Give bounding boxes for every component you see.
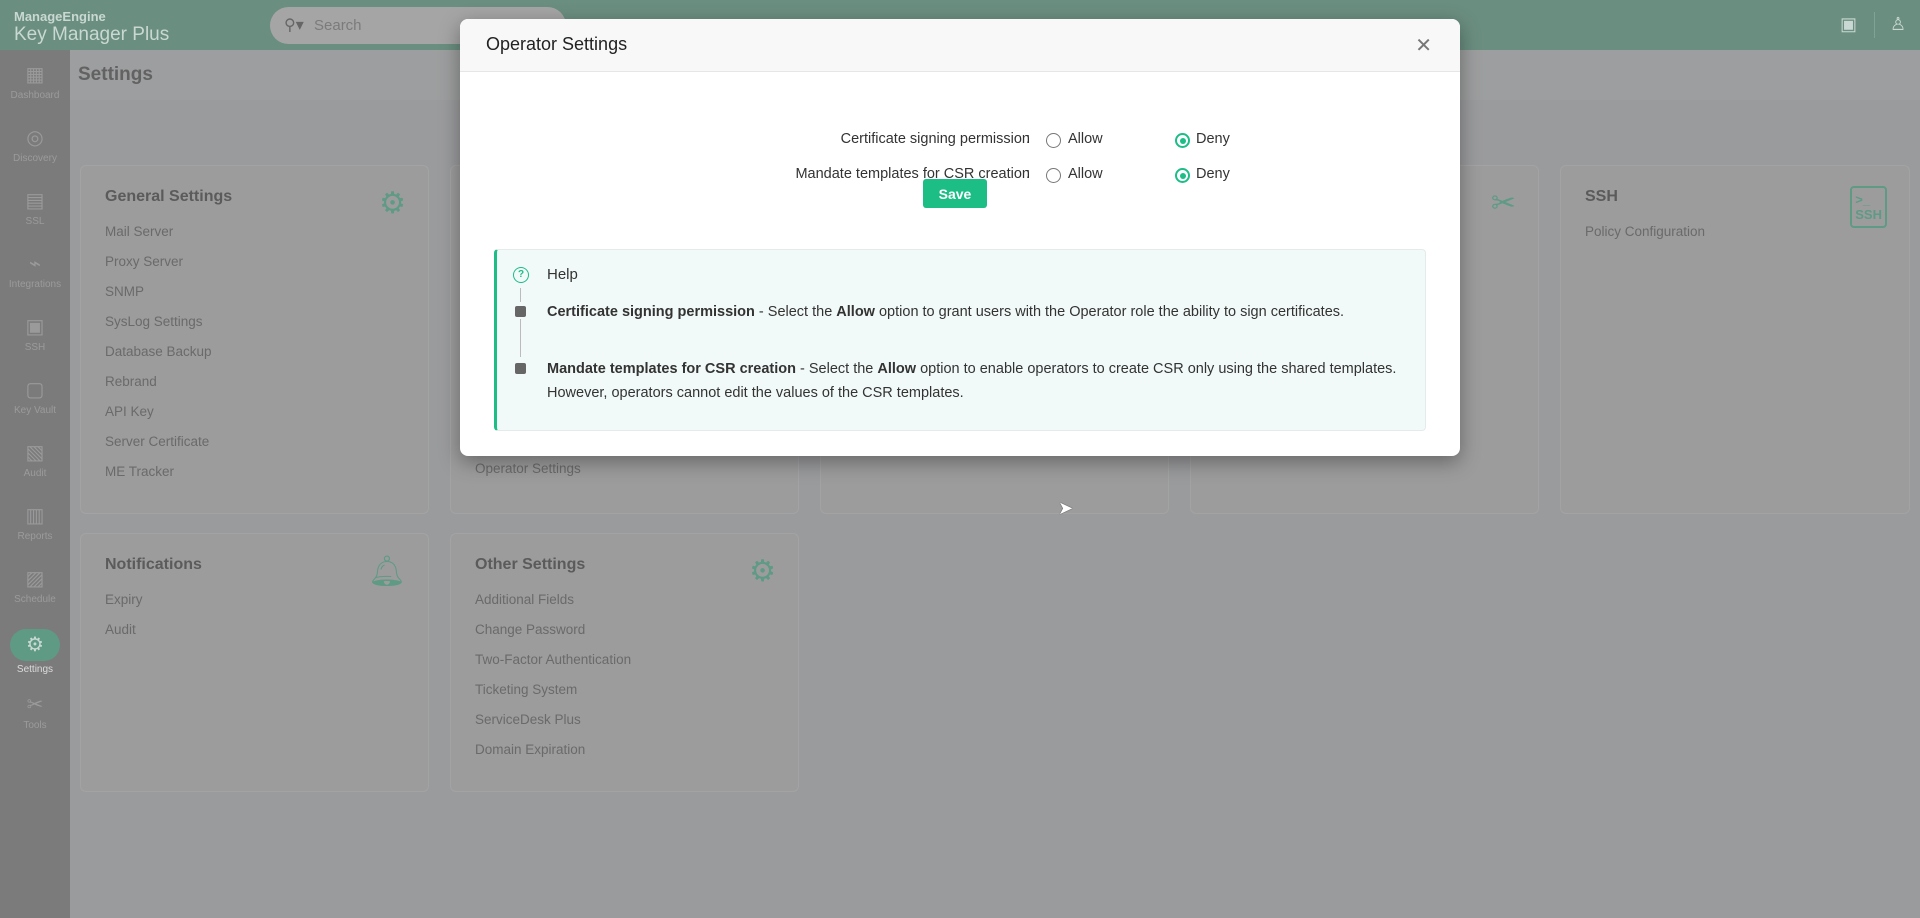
card-general-settings: General Settings ⚙ Mail Server Proxy Serv… (80, 165, 429, 514)
notifications-icon[interactable]: ▣ (1840, 14, 1857, 35)
settings-link[interactable]: Domain Expiration (475, 742, 631, 772)
sidebar-item-label: Dashboard (10, 90, 60, 101)
settings-link[interactable]: Rebrand (105, 374, 212, 404)
deny-radio[interactable] (1175, 133, 1190, 148)
settings-link[interactable]: Expiry (105, 592, 143, 622)
allow-label[interactable]: Allow (1068, 166, 1103, 182)
card-title: General Settings (105, 188, 233, 205)
gear-icon: ⚙ (10, 629, 60, 661)
sidebar-item-label: Audit (23, 468, 47, 479)
sidebar: ▦ Dashboard ◎ Discovery ▤ SSL ⌁ Integrations ▣ SS… (0, 50, 70, 918)
dialog-title: Operator Settings (486, 34, 628, 54)
colon: : (1026, 166, 1031, 182)
settings-link[interactable]: Audit (105, 622, 143, 652)
terminal-icon: ▣ (25, 316, 45, 338)
bullet (515, 363, 526, 374)
search-placeholder: Search (314, 17, 362, 34)
card-other-settings: Other Settings ⚙ Additional Fields Change… (450, 533, 799, 792)
sidebar-item-label: SSH (24, 342, 46, 353)
card-title: Other Settings (475, 556, 586, 573)
settings-link[interactable]: Ticketing System (475, 682, 631, 712)
help-item: Mandate templates for CSR creation - Sel… (547, 361, 1397, 401)
deny-radio[interactable] (1175, 168, 1190, 183)
brand-product[interactable]: Key Manager Plus (14, 24, 169, 46)
deny-label[interactable]: Deny (1196, 166, 1230, 182)
row-label: Mandate templates for CSR creation (795, 166, 1030, 182)
sidebar-item-label: Settings (16, 664, 54, 675)
card-ssh: SSH >_ SSH Policy Configuration (1560, 165, 1910, 514)
bullet (515, 306, 526, 317)
sidebar-item-label: Reports (17, 531, 53, 542)
sidebar-item-label: Integrations (8, 279, 62, 290)
card-notifications: Notifications 🔔︎ Expiry Audit (80, 533, 429, 792)
operator-settings-dialog: Operator Settings ✕ Certificate signing … (460, 19, 1460, 456)
settings-link[interactable]: Proxy Server (105, 254, 212, 284)
help-icon: ? (513, 267, 529, 283)
brand-manageengine: ManageEngine (14, 9, 106, 24)
allow-radio[interactable] (1046, 168, 1061, 183)
sidebar-item-settings[interactable]: ⚙ Settings (0, 629, 70, 675)
permission-row: Certificate signing permission : Allow D… (460, 131, 1460, 151)
sidebar-item-label: SSL (25, 216, 45, 227)
help-item: Certificate signing permission - Select … (547, 304, 1345, 320)
tools-icon: ✂ (26, 694, 44, 716)
settings-link[interactable]: SysLog Settings (105, 314, 212, 344)
user-icon[interactable]: ♙ (1890, 14, 1906, 35)
dashboard-icon: ▦ (25, 64, 45, 86)
dialog-header: Operator Settings ✕ (460, 19, 1460, 72)
vault-icon: ▢ (25, 379, 45, 401)
settings-link[interactable]: Database Backup (105, 344, 212, 374)
settings-link[interactable]: Additional Fields (475, 592, 631, 622)
settings-link[interactable]: Server Certificate (105, 434, 212, 464)
deny-label[interactable]: Deny (1196, 131, 1230, 147)
sidebar-item-schedule[interactable]: ▨ Schedule (0, 566, 70, 605)
certificate-icon: ▤ (25, 190, 45, 212)
settings-link[interactable]: ME Tracker (105, 464, 212, 494)
card-title: SSH (1585, 188, 1618, 205)
gear-icon: ⚙ (379, 187, 406, 220)
ssh-terminal-icon: >_ SSH (1850, 186, 1887, 228)
settings-link[interactable]: SNMP (105, 284, 212, 314)
settings-link[interactable]: Operator Settings (475, 461, 581, 491)
allow-radio[interactable] (1046, 133, 1061, 148)
sidebar-item-label: Discovery (13, 153, 57, 164)
sidebar-item-tools[interactable]: ✂ Tools (0, 692, 70, 731)
calendar-icon: ▨ (25, 568, 45, 590)
sidebar-item-ssl[interactable]: ▤ SSL (0, 188, 70, 227)
settings-link[interactable]: API Key (105, 404, 212, 434)
sidebar-item-label: Tools (23, 720, 47, 731)
compass-icon: ◎ (26, 127, 44, 149)
tools-icon: ✂ (1490, 187, 1516, 220)
bell-icon: 🔔︎ (367, 555, 406, 588)
close-icon[interactable]: ✕ (1415, 33, 1432, 58)
plug-icon: ⌁ (28, 253, 42, 275)
settings-link[interactable]: Mail Server (105, 224, 212, 254)
sidebar-item-label: Key Vault (13, 405, 57, 416)
save-button[interactable]: Save (923, 179, 987, 208)
settings-link[interactable]: Two-Factor Authentication (475, 652, 631, 682)
allow-label[interactable]: Allow (1068, 131, 1103, 147)
settings-link[interactable]: ServiceDesk Plus (475, 712, 631, 742)
help-title: Help (547, 266, 578, 283)
search-icon[interactable]: ⚲▾ (284, 15, 304, 35)
sidebar-item-key-vault[interactable]: ▢ Key Vault (0, 377, 70, 416)
sidebar-item-dashboard[interactable]: ▦ Dashboard (0, 62, 70, 101)
card-title: Notifications (105, 556, 202, 573)
page-title: Settings (78, 64, 153, 85)
colon: : (1026, 131, 1031, 147)
window-gear-icon: ⚙ (749, 555, 776, 588)
reports-icon: ▥ (25, 505, 45, 527)
sidebar-item-discovery[interactable]: ◎ Discovery (0, 125, 70, 164)
sidebar-item-ssh[interactable]: ▣ SSH (0, 314, 70, 353)
mouse-cursor: ➤ (1058, 498, 1074, 518)
sidebar-item-label: Schedule (14, 594, 56, 605)
row-label: Certificate signing permission (840, 131, 1030, 147)
sidebar-item-integrations[interactable]: ⌁ Integrations (0, 251, 70, 290)
help-panel: ? Help Certificate signing permission - … (494, 249, 1426, 431)
settings-link[interactable]: Change Password (475, 622, 631, 652)
audit-icon: ▧ (25, 442, 45, 464)
sidebar-item-reports[interactable]: ▥ Reports (0, 503, 70, 542)
settings-link[interactable]: Policy Configuration (1585, 224, 1705, 254)
sidebar-item-audit[interactable]: ▧ Audit (0, 440, 70, 479)
